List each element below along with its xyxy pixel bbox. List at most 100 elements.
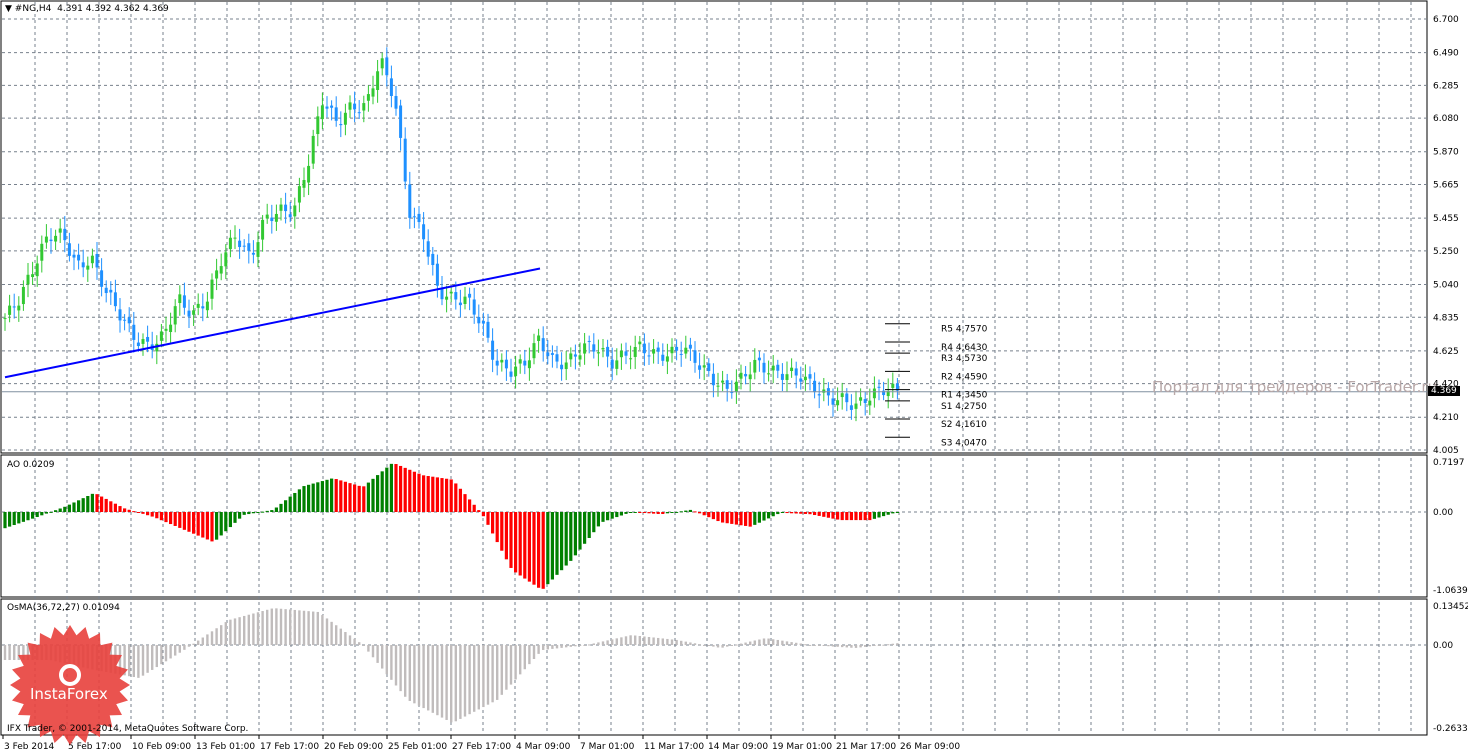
price-tick-label: 4.625 [1433, 347, 1459, 357]
symbol-header: ▼ #NG,H4 4.391 4.392 4.362 4.369 [5, 4, 169, 14]
candle-body [707, 363, 711, 372]
ao-bar [652, 512, 656, 514]
osma-bar [864, 645, 867, 647]
osma-bar [436, 645, 439, 716]
osma-bar [316, 611, 319, 645]
osma-title: OsMA(36,72,27) 0.01094 [7, 603, 120, 613]
ao-bar [366, 482, 370, 512]
candle-body [159, 331, 163, 341]
ao-bar [757, 512, 761, 523]
ao-bar [854, 512, 858, 521]
ao-tick-label: -1.0639 [1433, 586, 1468, 596]
candle-body [734, 381, 738, 393]
candle-body [872, 388, 876, 399]
candle-body [164, 328, 168, 331]
ao-bar [514, 512, 518, 573]
ao-bar [785, 512, 789, 514]
pivot-label: R2 4,4590 [941, 372, 988, 382]
osma-bar [546, 645, 549, 650]
osma-bar [289, 609, 292, 645]
ao-bar [813, 512, 817, 516]
candle-body [408, 184, 412, 218]
ao-bar [877, 512, 881, 518]
candle-body [435, 263, 439, 286]
candle-body [518, 359, 522, 364]
ao-bar [578, 512, 582, 550]
ao-bar [12, 512, 16, 526]
ao-bar [251, 512, 255, 514]
candle-body [454, 292, 458, 300]
osma-bar [749, 641, 752, 645]
chart-canvas[interactable]: 6.700 6.490 6.285 6.080 5.870 5.665 5.455 5.250… [0, 0, 1468, 754]
candle-body [813, 380, 817, 393]
candle-body [362, 103, 366, 111]
osma-bar [647, 636, 651, 645]
candle-body [256, 242, 260, 257]
candle-body [550, 353, 554, 355]
candle-body [334, 107, 338, 121]
candle-body [790, 367, 794, 372]
ao-bar [734, 512, 738, 525]
ao-bar [698, 512, 702, 514]
ao-bar [532, 512, 536, 585]
ao-bar [872, 512, 876, 519]
osma-bar [772, 639, 775, 645]
ao-bar [81, 498, 85, 512]
osma-bar [643, 636, 646, 645]
osma-bar [744, 642, 747, 645]
candle-body [343, 112, 347, 125]
ao-bar [642, 512, 646, 513]
candle-body [564, 362, 568, 370]
price-tick-label: 6.080 [1433, 114, 1459, 124]
osma-bar [408, 645, 411, 701]
candle-body [638, 341, 642, 345]
candle-body [389, 78, 393, 96]
candle-body [146, 336, 150, 342]
candle-body [486, 321, 490, 338]
ao-bar [808, 512, 812, 515]
osma-bar [279, 608, 283, 645]
candle-body [601, 347, 605, 350]
current-price-label: 4.369 [1428, 386, 1460, 396]
osma-bar [831, 645, 835, 647]
osma-bar [477, 645, 480, 710]
candle-body [504, 359, 508, 369]
osma-bar [808, 644, 812, 646]
ao-bar [523, 512, 527, 579]
candle-body [803, 376, 807, 381]
candle-body [458, 302, 462, 306]
candle-body [698, 365, 702, 370]
chart-window[interactable]: 6.700 6.490 6.285 6.080 5.870 5.665 5.455 5.250… [0, 0, 1468, 754]
ao-bar [26, 512, 30, 521]
candle-body [210, 279, 214, 299]
watermark: Портал для трейдеров - ForTrader.ru [1152, 378, 1438, 396]
ao-bar [445, 478, 449, 512]
candle-body [891, 383, 895, 388]
candle-body [187, 310, 191, 317]
ao-bar [527, 512, 531, 582]
ao-bar [560, 512, 564, 571]
ao-bar [859, 512, 863, 521]
ao-bar [555, 512, 559, 575]
candle-body [302, 180, 306, 188]
ao-bar [219, 512, 223, 536]
ao-bar [132, 511, 136, 513]
candle-body [380, 58, 384, 69]
candle-body [541, 338, 545, 351]
ao-bar [302, 486, 306, 512]
ao-bar [196, 512, 200, 536]
candle-body [785, 374, 789, 380]
ao-bar [408, 469, 412, 512]
osma-bar [528, 645, 531, 665]
ao-bar [495, 512, 499, 543]
pivot-label: R3 4,5730 [941, 354, 988, 364]
candle-body [546, 352, 550, 357]
osma-bar [689, 642, 692, 645]
osma-bar [850, 645, 853, 648]
osma-bar [390, 645, 393, 680]
osma-bar [634, 635, 637, 645]
osma-bar [164, 645, 168, 662]
osma-bar [256, 612, 260, 645]
ao-bar [790, 512, 794, 514]
candle-body [780, 373, 784, 380]
